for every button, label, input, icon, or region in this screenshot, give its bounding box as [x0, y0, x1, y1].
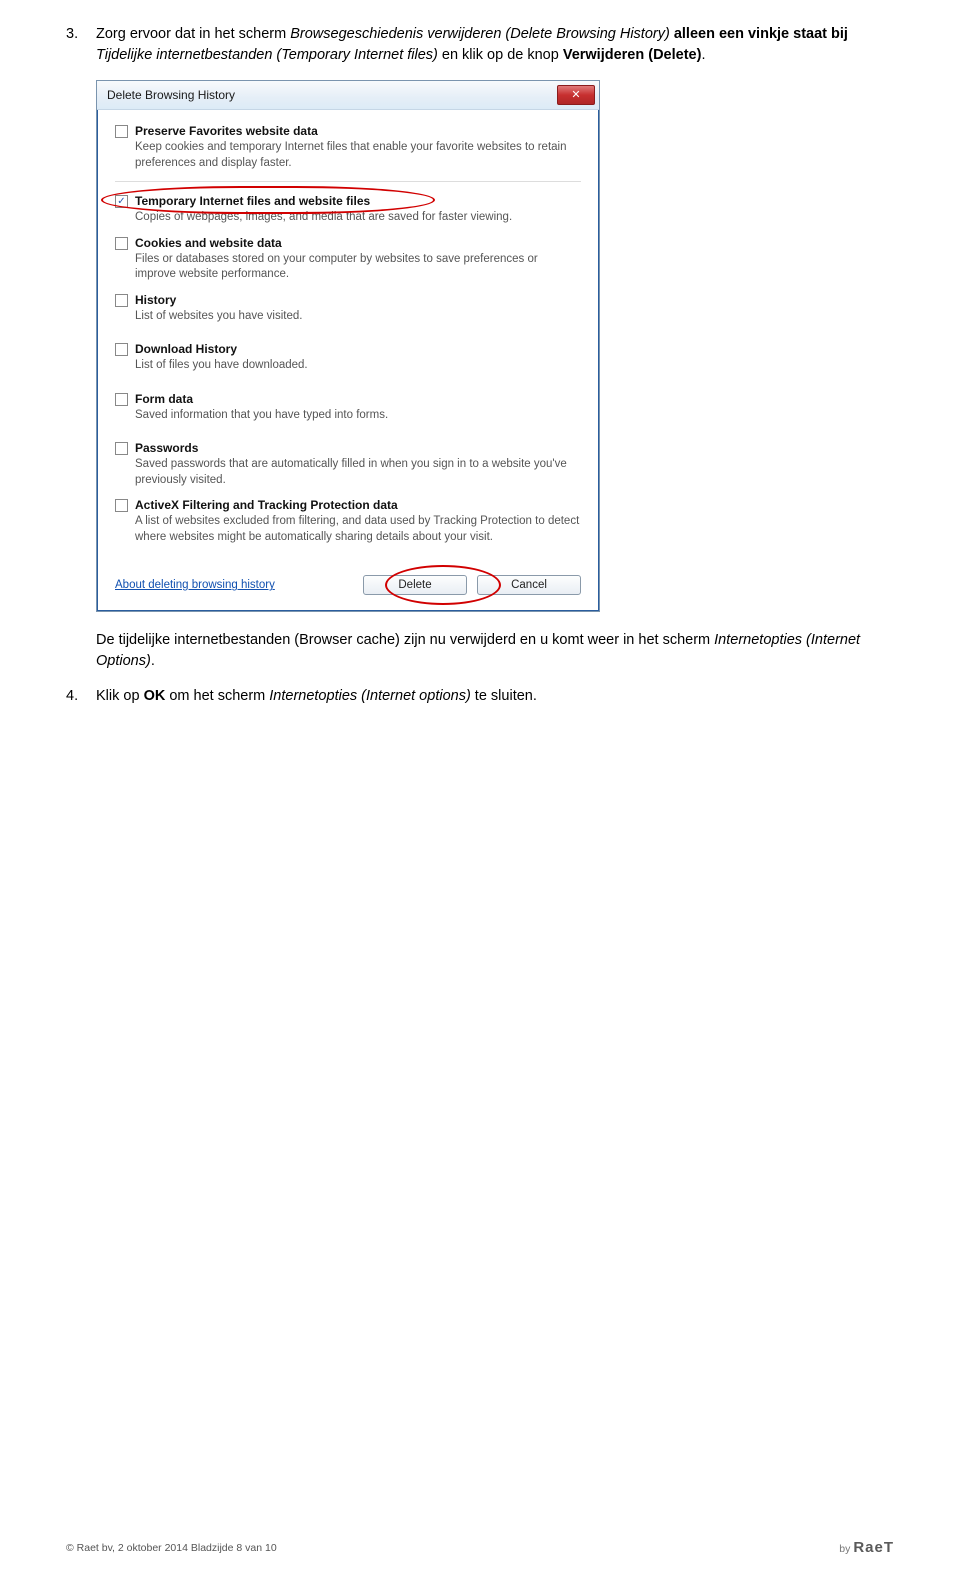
option-label: Cookies and website data — [135, 236, 282, 250]
option-label: Form data — [135, 392, 193, 406]
instruction-step-3: 3. Zorg ervoor dat in het scherm Browseg… — [66, 24, 894, 66]
text: en klik op de knop — [438, 47, 563, 63]
step-number: 4. — [66, 686, 96, 707]
option-preserve-favorites[interactable]: Preserve Favorites website data Keep coo… — [115, 124, 581, 171]
step-text: Zorg ervoor dat in het scherm Browsegesc… — [96, 24, 894, 66]
option-activex-tracking[interactable]: ActiveX Filtering and Tracking Protectio… — [115, 498, 581, 545]
dialog-title: Delete Browsing History — [107, 88, 557, 102]
option-history[interactable]: History List of websites you have visite… — [115, 293, 581, 325]
option-desc: A list of websites excluded from filteri… — [135, 514, 581, 545]
footer-right: by RaeT — [839, 1539, 894, 1556]
option-cookies[interactable]: Cookies and website data Files or databa… — [115, 236, 581, 283]
option-label: Temporary Internet files and website fil… — [135, 194, 370, 208]
option-desc: Saved information that you have typed in… — [135, 408, 581, 424]
text: . — [701, 47, 705, 63]
text-bold: OK — [144, 688, 166, 704]
text-bold: alleen een vinkje staat bij — [674, 26, 848, 42]
option-label: Preserve Favorites website data — [135, 124, 318, 138]
divider — [115, 181, 581, 182]
option-desc: Saved passwords that are automatically f… — [135, 457, 581, 488]
instruction-step-4: 4. Klik op OK om het scherm Internetopti… — [66, 686, 894, 707]
checkbox[interactable] — [115, 393, 128, 406]
option-form-data[interactable]: Form data Saved information that you hav… — [115, 392, 581, 424]
option-download-history[interactable]: Download History List of files you have … — [115, 342, 581, 374]
checkbox[interactable] — [115, 499, 128, 512]
text: . — [151, 653, 155, 669]
dialog-body: Preserve Favorites website data Keep coo… — [97, 110, 599, 561]
checkbox[interactable] — [115, 125, 128, 138]
step-text: Klik op OK om het scherm Internetopties … — [96, 686, 894, 707]
option-passwords[interactable]: Passwords Saved passwords that are autom… — [115, 441, 581, 488]
option-label: ActiveX Filtering and Tracking Protectio… — [135, 498, 398, 512]
text-italic: Tijdelijke internetbestanden (Temporary … — [96, 47, 438, 63]
dialog-delete-browsing-history: Delete Browsing History ✕ Preserve Favor… — [96, 80, 600, 612]
option-label: Passwords — [135, 441, 198, 455]
option-label: History — [135, 293, 176, 307]
option-desc: Files or databases stored on your comput… — [135, 252, 581, 283]
delete-button[interactable]: Delete — [363, 575, 467, 595]
text: te sluiten. — [471, 688, 537, 704]
checkbox[interactable] — [115, 294, 128, 307]
option-desc: Keep cookies and temporary Internet file… — [135, 140, 581, 171]
instruction-list: 3. Zorg ervoor dat in het scherm Browseg… — [66, 24, 894, 66]
dialog-titlebar: Delete Browsing History ✕ — [97, 81, 599, 110]
text: Zorg ervoor dat in het scherm — [96, 26, 290, 42]
screenshot-delete-browsing-history: Delete Browsing History ✕ Preserve Favor… — [96, 80, 894, 612]
text-bold-inner: alleen een vinkje staat bij — [674, 26, 848, 42]
close-button[interactable]: ✕ — [557, 85, 595, 105]
cancel-button[interactable]: Cancel — [477, 575, 581, 595]
checkbox[interactable] — [115, 343, 128, 356]
step-number: 3. — [66, 24, 96, 66]
dialog-footer: About deleting browsing history Delete C… — [97, 561, 599, 611]
brand-logo: RaeT — [853, 1539, 894, 1556]
about-link[interactable]: About deleting browsing history — [115, 579, 275, 591]
option-desc: List of websites you have visited. — [135, 309, 581, 325]
option-temporary-files[interactable]: ✓ Temporary Internet files and website f… — [115, 194, 581, 226]
footer-by: by — [839, 1543, 850, 1555]
text: om het scherm — [165, 688, 269, 704]
close-icon: ✕ — [571, 90, 580, 101]
checkbox[interactable] — [115, 442, 128, 455]
option-desc: Copies of webpages, images, and media th… — [135, 210, 581, 226]
checkbox[interactable]: ✓ — [115, 195, 128, 208]
document-page: 3. Zorg ervoor dat in het scherm Browseg… — [0, 0, 960, 1580]
text-italic: Browsegeschiedenis verwijderen (Delete B… — [290, 26, 670, 42]
footer-left: © Raet bv, 2 oktober 2014 Bladzijde 8 va… — [66, 1542, 277, 1554]
page-footer: © Raet bv, 2 oktober 2014 Bladzijde 8 va… — [0, 1539, 960, 1556]
checkbox[interactable] — [115, 237, 128, 250]
result-paragraph: De tijdelijke internetbestanden (Browser… — [66, 630, 894, 707]
text-italic: Internetopties (Internet options) — [269, 688, 471, 704]
spacer — [66, 630, 96, 672]
text: De tijdelijke internetbestanden (Browser… — [96, 632, 714, 648]
text-bold: Verwijderen (Delete) — [563, 47, 702, 63]
option-label: Download History — [135, 342, 237, 356]
option-desc: List of files you have downloaded. — [135, 358, 581, 374]
result-text: De tijdelijke internetbestanden (Browser… — [96, 630, 894, 672]
text: Klik op — [96, 688, 144, 704]
